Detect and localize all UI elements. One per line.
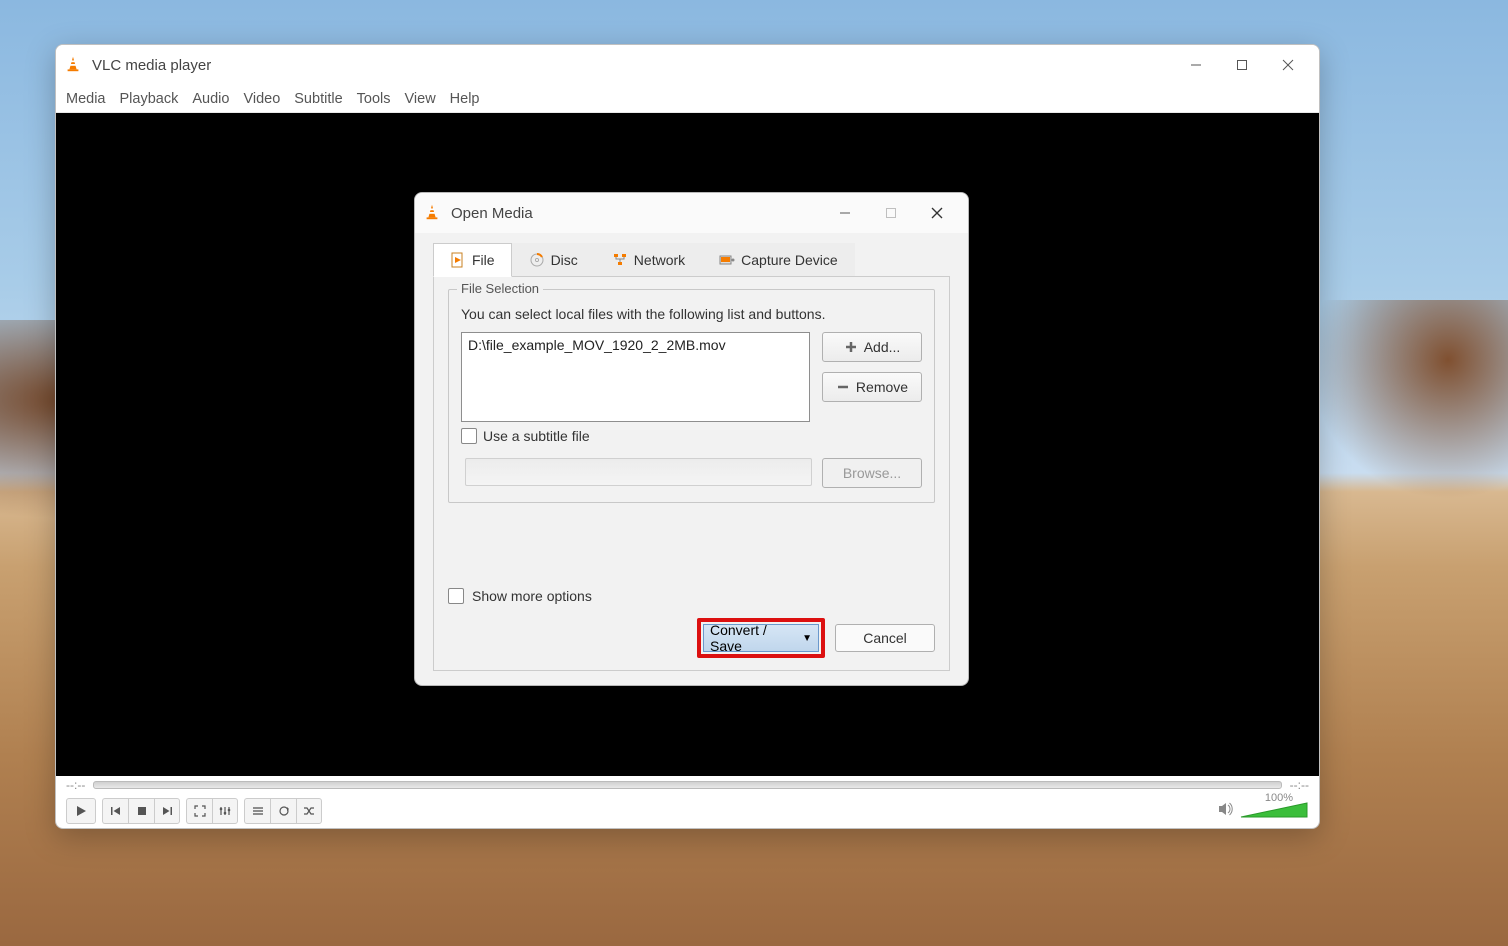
loop-button[interactable] bbox=[270, 798, 296, 824]
tab-panel-file: File Selection You can select local file… bbox=[433, 277, 950, 671]
subtitle-path-input bbox=[465, 458, 812, 486]
file-help-text: You can select local files with the foll… bbox=[461, 306, 922, 322]
dialog-body: File Disc Network Capture Device File Se… bbox=[415, 233, 968, 685]
playback-controls: 100% bbox=[56, 794, 1319, 828]
menu-subtitle[interactable]: Subtitle bbox=[294, 91, 342, 107]
main-titlebar: VLC media player bbox=[56, 45, 1319, 85]
subtitle-row: Use a subtitle file bbox=[461, 428, 922, 444]
more-options-checkbox[interactable] bbox=[448, 588, 464, 604]
seek-slider[interactable] bbox=[93, 781, 1281, 789]
menu-audio[interactable]: Audio bbox=[192, 91, 229, 107]
menu-media[interactable]: Media bbox=[66, 91, 106, 107]
stop-button[interactable] bbox=[128, 798, 154, 824]
file-list-item[interactable]: D:\file_example_MOV_1920_2_2MB.mov bbox=[468, 337, 803, 353]
previous-button[interactable] bbox=[102, 798, 128, 824]
more-options-label: Show more options bbox=[472, 588, 592, 604]
playlist-button[interactable] bbox=[244, 798, 270, 824]
add-button[interactable]: Add... bbox=[822, 332, 922, 362]
shuffle-button[interactable] bbox=[296, 798, 322, 824]
dialog-tabs: File Disc Network Capture Device bbox=[433, 243, 950, 277]
disc-icon bbox=[529, 252, 545, 268]
time-elapsed: --:-- bbox=[66, 778, 85, 792]
tab-network[interactable]: Network bbox=[595, 243, 702, 276]
extended-settings-button[interactable] bbox=[212, 798, 238, 824]
time-total: --:-- bbox=[1290, 778, 1309, 792]
main-window-controls bbox=[1173, 49, 1311, 81]
menu-help[interactable]: Help bbox=[450, 91, 480, 107]
subtitle-checkbox[interactable] bbox=[461, 428, 477, 444]
seekbar-row: --:-- --:-- bbox=[56, 776, 1319, 794]
remove-button[interactable]: Remove bbox=[822, 372, 922, 402]
maximize-button[interactable] bbox=[1219, 49, 1265, 81]
vlc-cone-icon bbox=[64, 55, 84, 75]
vlc-cone-icon bbox=[423, 203, 443, 223]
dialog-title: Open Media bbox=[451, 205, 822, 222]
minus-icon bbox=[836, 380, 850, 394]
minimize-button[interactable] bbox=[1173, 49, 1219, 81]
volume-slider[interactable] bbox=[1239, 801, 1309, 821]
menubar: Media Playback Audio Video Subtitle Tool… bbox=[56, 85, 1319, 113]
play-button[interactable] bbox=[66, 798, 96, 824]
dialog-window-controls bbox=[822, 197, 960, 229]
tab-capture[interactable]: Capture Device bbox=[702, 243, 855, 276]
tab-file[interactable]: File bbox=[433, 243, 512, 277]
browse-button: Browse... bbox=[822, 458, 922, 488]
more-options-row: Show more options bbox=[448, 582, 935, 604]
volume-percent: 100% bbox=[1265, 792, 1293, 804]
open-media-dialog: Open Media File Disc Network Capture Dev bbox=[414, 192, 969, 686]
plus-icon bbox=[844, 340, 858, 354]
menu-view[interactable]: View bbox=[405, 91, 436, 107]
next-button[interactable] bbox=[154, 798, 180, 824]
dialog-titlebar: Open Media bbox=[415, 193, 968, 233]
fullscreen-button[interactable] bbox=[186, 798, 212, 824]
convert-save-button[interactable]: Convert / Save ▼ bbox=[703, 624, 819, 652]
capture-icon bbox=[719, 252, 735, 268]
tab-disc[interactable]: Disc bbox=[512, 243, 595, 276]
dialog-close-button[interactable] bbox=[914, 197, 960, 229]
cancel-button[interactable]: Cancel bbox=[835, 624, 935, 652]
convert-save-highlight: Convert / Save ▼ bbox=[697, 618, 825, 658]
close-button[interactable] bbox=[1265, 49, 1311, 81]
dropdown-arrow-icon[interactable]: ▼ bbox=[802, 633, 812, 644]
dialog-footer: Convert / Save ▼ Cancel bbox=[448, 618, 935, 658]
main-window-title: VLC media player bbox=[92, 57, 1173, 74]
dialog-minimize-button[interactable] bbox=[822, 197, 868, 229]
file-icon bbox=[450, 252, 466, 268]
menu-playback[interactable]: Playback bbox=[120, 91, 179, 107]
menu-video[interactable]: Video bbox=[243, 91, 280, 107]
subtitle-label: Use a subtitle file bbox=[483, 428, 590, 444]
volume-area: 100% bbox=[1217, 800, 1309, 823]
dialog-maximize-button[interactable] bbox=[868, 197, 914, 229]
file-selection-fieldset: File Selection You can select local file… bbox=[448, 289, 935, 503]
menu-tools[interactable]: Tools bbox=[357, 91, 391, 107]
network-icon bbox=[612, 252, 628, 268]
file-selection-legend: File Selection bbox=[457, 281, 543, 296]
file-list[interactable]: D:\file_example_MOV_1920_2_2MB.mov bbox=[461, 332, 810, 422]
speaker-icon[interactable] bbox=[1217, 800, 1235, 823]
